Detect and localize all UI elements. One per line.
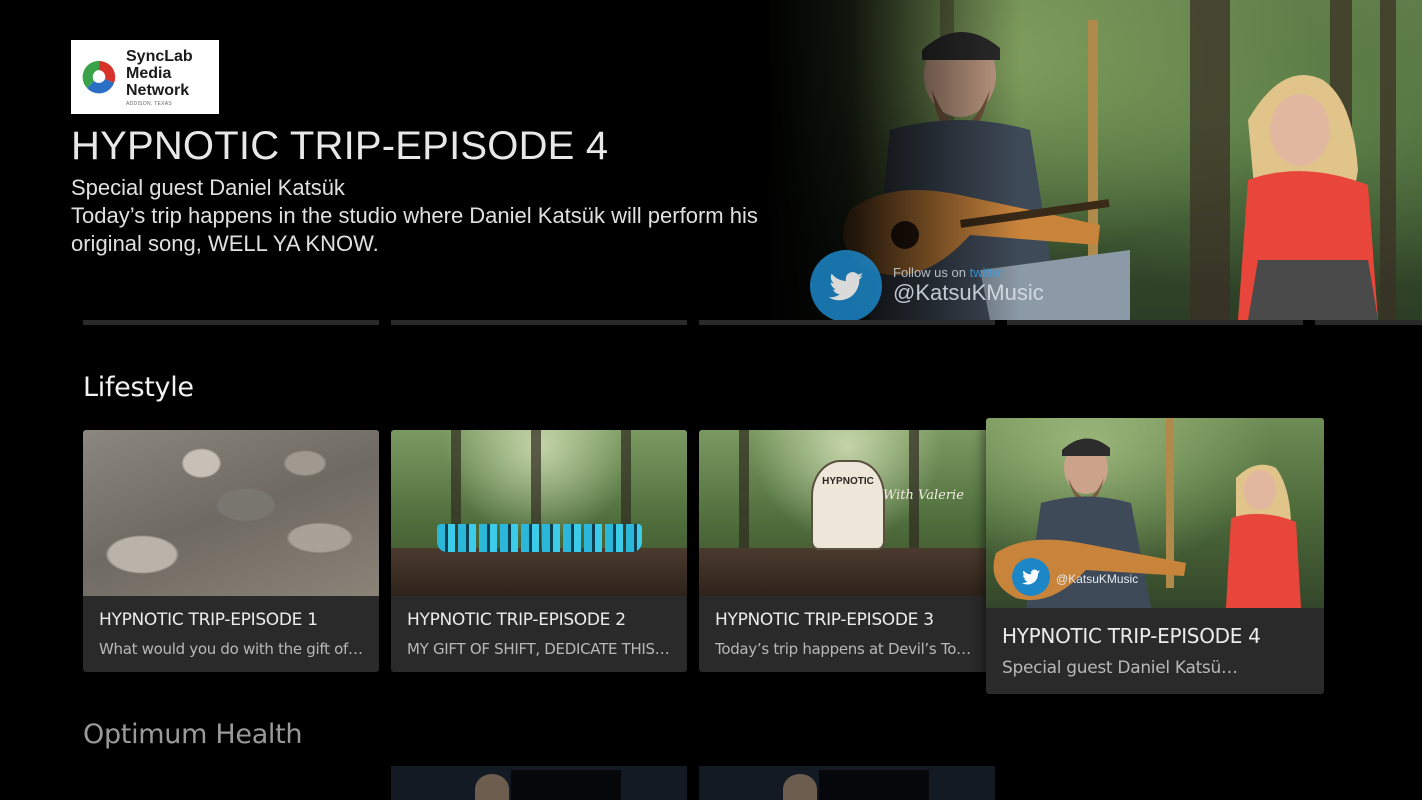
previous-row-edge — [699, 320, 995, 325]
synclab-logo-icon — [82, 60, 116, 94]
previous-row-edge — [1007, 320, 1303, 325]
twitter-icon — [810, 250, 882, 322]
card-thumbnail: HYPNOTIC With Valerie — [699, 430, 995, 596]
card-title: HYPNOTIC TRIP-EPISODE 3 — [715, 610, 934, 630]
video-card-optimum-health[interactable] — [699, 766, 995, 800]
card-title: HYPNOTIC TRIP-EPISODE 2 — [407, 610, 626, 630]
logo-line-3: Network — [126, 81, 190, 99]
card-title: HYPNOTIC TRIP-EPISODE 1 — [99, 610, 318, 630]
card-thumbnail — [391, 430, 687, 596]
video-card-episode-4-focused[interactable]: @KatsuKMusic HYPNOTIC TRIP-EPISODE 4 Spe… — [986, 418, 1324, 694]
video-card-optimum-health[interactable] — [391, 766, 687, 800]
hero-follow-text: Follow us on twitter — [893, 265, 1005, 280]
hypnotic-badge-logo: HYPNOTIC — [811, 460, 885, 550]
card-description: MY GIFT OF SHIFT, DEDICATE THIS … — [407, 640, 673, 658]
video-card-episode-2[interactable]: HYPNOTIC TRIP-EPISODE 2 MY GIFT OF SHIFT… — [391, 430, 687, 672]
card-title: HYPNOTIC TRIP-EPISODE 4 — [1002, 624, 1261, 648]
row-title-optimum-health: Optimum Health — [83, 719, 303, 750]
card-thumbnail — [83, 430, 379, 596]
hero-description: Special guest Daniel Katsük Today’s trip… — [71, 174, 831, 258]
butterflies-image — [437, 524, 642, 552]
card-description: What would you do with the gift of … — [99, 640, 365, 658]
logo-line-2: Media — [126, 64, 172, 82]
hero-twitter-handle: @KatsuKMusic — [893, 280, 1044, 305]
logo-subtitle: ADDISON, TEXAS — [126, 100, 173, 107]
hero-desc-line-3: original song, WELL YA KNOW. — [71, 231, 379, 256]
channel-logo: SyncLab Media Network ADDISON, TEXAS — [71, 40, 219, 114]
hero-host-figure — [1238, 75, 1378, 320]
previous-row-edge — [1315, 320, 1422, 325]
card-description: Today’s trip happens at Devil’s Tow… — [715, 640, 981, 658]
card-twitter-handle: @KatsuKMusic — [1056, 572, 1139, 586]
card-description: Special guest Daniel Katsük… — [1002, 658, 1242, 678]
logo-line-1: SyncLab — [126, 47, 193, 65]
card-thumbnail: @KatsuKMusic — [986, 418, 1324, 608]
video-card-episode-3[interactable]: HYPNOTIC With Valerie HYPNOTIC TRIP-EPIS… — [699, 430, 995, 672]
with-valerie-text: With Valerie — [883, 488, 964, 503]
previous-row-edge — [83, 320, 379, 325]
video-card-episode-1[interactable]: HYPNOTIC TRIP-EPISODE 1 What would you d… — [83, 430, 379, 672]
hero-desc-line-2: Today’s trip happens in the studio where… — [71, 203, 758, 228]
row-title-lifestyle: Lifestyle — [83, 372, 194, 403]
twitter-icon — [1012, 558, 1050, 596]
previous-row-edge — [391, 320, 687, 325]
hero-title: HYPNOTIC TRIP-EPISODE 4 — [71, 124, 609, 168]
hero-desc-line-1: Special guest Daniel Katsük — [71, 175, 345, 200]
